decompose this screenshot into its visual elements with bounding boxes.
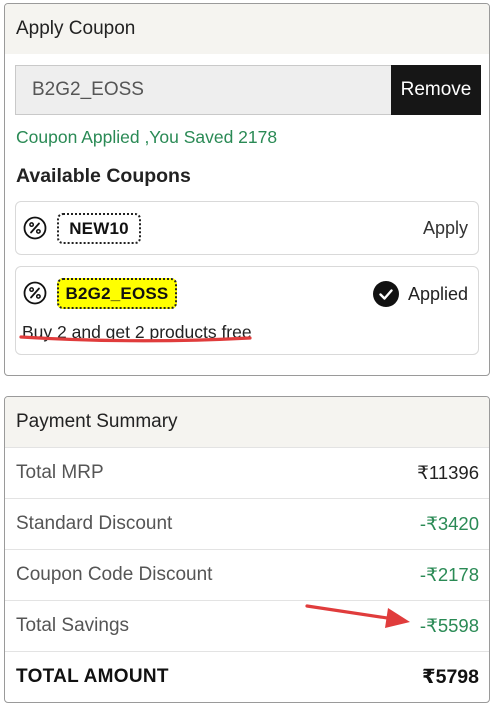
summary-row-standard-discount: Standard Discount -₹3420 [5,498,489,549]
summary-value: ₹11396 [417,462,479,483]
coupon-applied-status: Applied [372,281,468,307]
percent-badge-icon [23,216,47,240]
summary-label: Total MRP [16,462,104,483]
coupon-saved-message: Coupon Applied ,You Saved 2178 [16,127,278,147]
summary-label: Standard Discount [16,513,173,534]
applied-label: Applied [407,283,468,304]
apply-coupon-header: Apply Coupon [5,4,489,54]
coupon-input-row: Remove [15,65,481,115]
summary-value: -₹5598 [419,615,479,636]
total-amount-label: TOTAL AMOUNT [16,666,169,687]
apply-coupon-card: Apply Coupon Remove Coupon Applied ,You … [4,3,490,376]
payment-summary-card: Payment Summary Total MRP ₹11396 Standar… [4,396,490,703]
summary-value: -₹2178 [419,564,479,585]
summary-value: -₹3420 [419,513,479,534]
percent-badge-icon [23,281,47,305]
check-circle-icon [372,281,399,307]
total-amount-value: ₹5798 [422,666,479,688]
coupon-code-tag-highlighted: B2G2_EOSS [57,278,177,309]
apply-coupon-link[interactable]: Apply [423,218,468,239]
summary-label: Total Savings [16,615,130,636]
summary-row-total-mrp: Total MRP ₹11396 [5,447,489,498]
coupon-code-tag: NEW10 [57,213,141,244]
available-coupons-title: Available Coupons [16,165,191,187]
coupon-description: Buy 2 and get 2 products free [22,322,252,342]
summary-label: Coupon Code Discount [16,564,213,585]
coupon-code-input[interactable] [15,65,391,115]
summary-row-coupon-discount: Coupon Code Discount -₹2178 [5,549,489,600]
coupon-item-new10: NEW10 Apply [15,201,479,255]
summary-row-total-savings: Total Savings -₹5598 [5,600,489,651]
coupon-item-b2g2-eoss: B2G2_EOSS Applied Buy 2 and get 2 produc… [15,266,479,355]
summary-row-total-amount: TOTAL AMOUNT ₹5798 [5,651,489,702]
remove-coupon-button[interactable]: Remove [391,65,481,115]
payment-summary-header: Payment Summary [5,397,489,447]
